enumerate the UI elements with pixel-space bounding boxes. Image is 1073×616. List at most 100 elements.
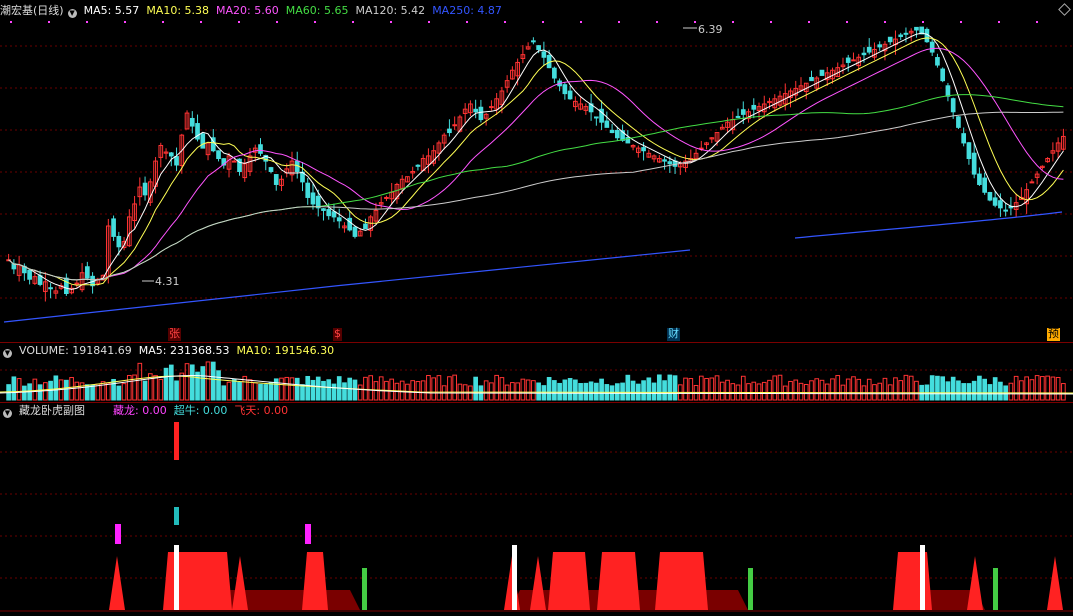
candle-body (935, 57, 940, 66)
volume-bar (746, 383, 751, 401)
volume-bar (37, 384, 43, 401)
signal-dot (390, 21, 392, 23)
signal-dot (352, 21, 354, 23)
volume-bar (189, 364, 195, 401)
volume-bar (882, 377, 888, 401)
candle-body (27, 269, 32, 280)
volume-bar (851, 376, 856, 401)
candle-body (809, 76, 814, 82)
candle-body (447, 128, 452, 134)
candle-body (641, 147, 646, 152)
volume-bar (977, 375, 982, 401)
signal-dot (960, 21, 962, 23)
volume-bar (683, 377, 688, 401)
indicator-red-block (548, 552, 590, 610)
volume-bar (998, 381, 1003, 401)
volume-bar (263, 384, 269, 401)
marker-cai: 财 (667, 327, 680, 341)
ma-line (8, 111, 1064, 281)
candle-body (1029, 181, 1035, 184)
volume-bar (226, 381, 232, 401)
volume-bar (32, 378, 38, 401)
volume-bar (426, 375, 431, 401)
volume-bar (321, 380, 326, 401)
volume-bar (877, 382, 883, 401)
indicator-red-block (302, 552, 328, 610)
volume-bar (914, 380, 919, 401)
volume-bar (237, 381, 242, 401)
marker-zhang: 张 (168, 327, 181, 341)
candle-body (111, 218, 116, 237)
volume-bar (447, 376, 452, 401)
volume-bar (53, 375, 59, 401)
volume-bar (567, 378, 573, 401)
volume-bar (651, 382, 657, 401)
volume-bar (987, 384, 993, 401)
candle-body (1003, 209, 1008, 212)
volume-bar (793, 379, 799, 401)
indicator-white-bar (174, 545, 179, 610)
candle-body (478, 106, 484, 121)
volume-bar (672, 375, 678, 401)
volume-bar (289, 377, 295, 401)
volume-bar (588, 381, 594, 401)
volume-bar (756, 383, 762, 401)
candle-body (929, 41, 935, 53)
volume-bar (515, 382, 520, 401)
volume-bar (22, 385, 27, 401)
signal-dot (1036, 21, 1038, 23)
indicator-spike (1047, 556, 1063, 610)
candle-body (945, 85, 951, 97)
volume-bar (767, 379, 772, 401)
indicator-green-bar (748, 568, 753, 610)
candle-body (326, 209, 332, 217)
indicator-spike (530, 556, 546, 610)
volume-bar (814, 378, 820, 401)
volume-bar (573, 379, 578, 401)
volume-bar (751, 381, 757, 401)
volume-bar (1045, 375, 1050, 401)
volume-bar (489, 382, 494, 401)
chevron-down-icon[interactable]: ▼ (3, 349, 12, 358)
signal-dot (770, 21, 772, 23)
volume-bar (656, 374, 662, 401)
volume-bar (74, 381, 80, 401)
indicator-white-bar (920, 545, 925, 610)
candle-body (971, 152, 977, 175)
volume-bar (273, 378, 279, 401)
candle-body (531, 40, 536, 43)
volume-bar (992, 377, 998, 401)
signal-dot (238, 21, 240, 23)
candle-body (363, 223, 368, 230)
volume-bar (357, 384, 363, 401)
volume-bar (1013, 375, 1019, 401)
volume-bar (137, 362, 143, 401)
volume-bar (777, 374, 783, 401)
candle-body (982, 177, 987, 193)
volume-bar (788, 380, 793, 401)
volume-bar (399, 380, 405, 401)
volume-bar (956, 380, 961, 401)
volume-bar (368, 375, 374, 401)
candle-body (336, 217, 342, 222)
ma-line (8, 94, 1064, 281)
signal-dot (656, 21, 658, 23)
chevron-down-icon[interactable]: ▼ (3, 409, 12, 418)
volume-bar (153, 375, 158, 401)
volume-bar (646, 377, 652, 401)
signal-dot (466, 21, 468, 23)
candle-body (541, 51, 547, 58)
candle-body (562, 84, 568, 95)
candle-body (940, 68, 946, 82)
candle-body (48, 287, 53, 290)
candle-body (310, 192, 316, 205)
candle-body (174, 156, 179, 166)
volume-bar (709, 377, 715, 401)
volume-bar (473, 376, 478, 401)
signal-dot (276, 21, 278, 23)
volume-bar (835, 375, 841, 401)
candle-body (142, 182, 148, 196)
volume-bar (258, 383, 263, 401)
volume-bar (940, 376, 946, 401)
candle-body (992, 197, 998, 206)
